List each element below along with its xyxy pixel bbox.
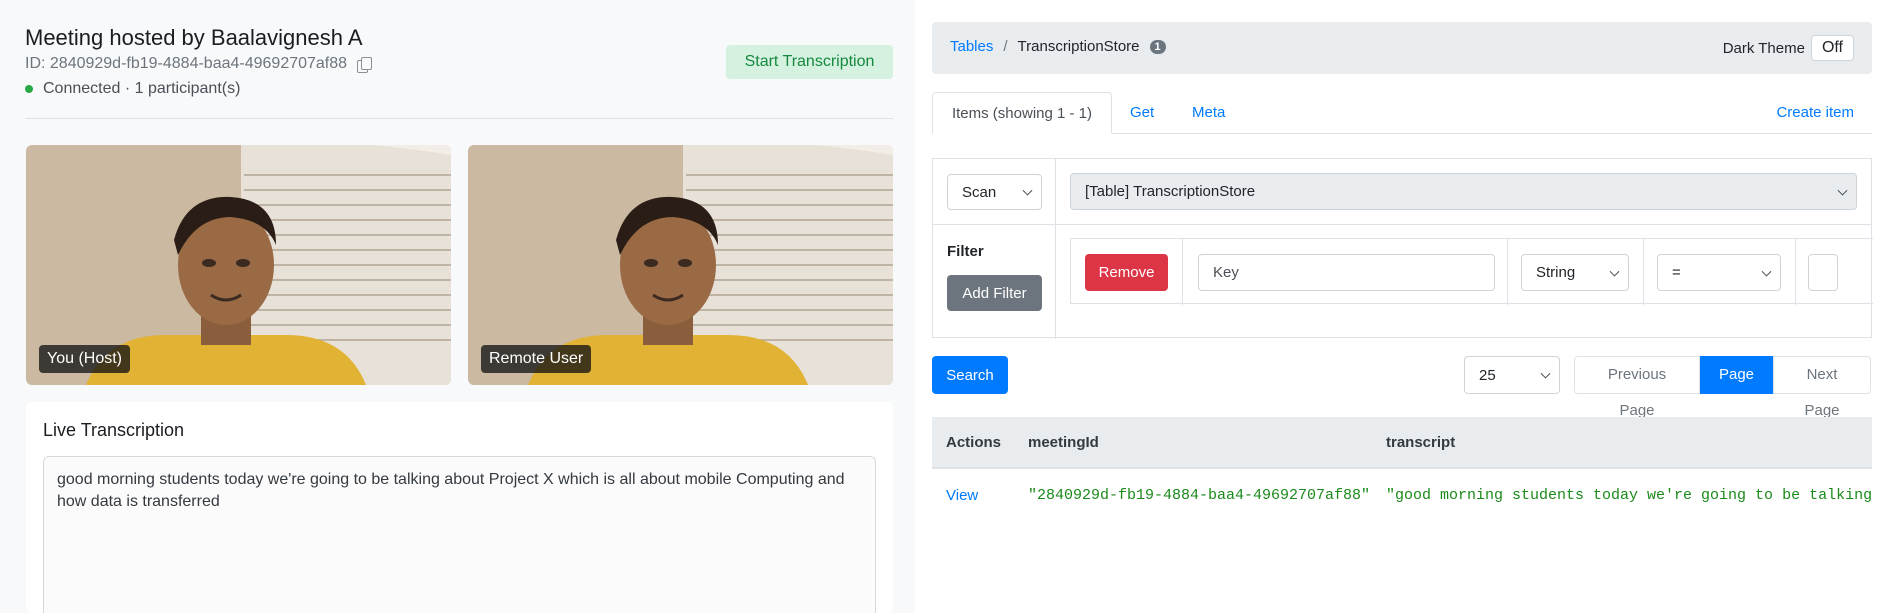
transcription-card: Live Transcription good morning students… [26, 402, 893, 613]
video-tile-host: You (Host) [26, 145, 451, 385]
cell-transcript: "good morning students today we're going… [1386, 487, 1872, 504]
chevron-down-icon [1540, 368, 1551, 379]
video-label-host: You (Host) [39, 345, 130, 373]
transcription-title: Live Transcription [43, 420, 185, 440]
filter-operator-select[interactable]: = [1657, 254, 1781, 291]
pagination: Previous Page Page 1 Next Page [1574, 356, 1871, 419]
column-header-meetingid: meetingId [1028, 434, 1099, 451]
filter-operator-value: = [1672, 264, 1681, 281]
page-size-select[interactable]: 25 [1464, 356, 1560, 394]
divider [25, 118, 893, 119]
view-item-link[interactable]: View [946, 487, 978, 504]
theme-toggle[interactable]: Off [1810, 35, 1854, 61]
operation-value: Scan [962, 183, 997, 201]
status-text: Connected · 1 participant(s) [43, 80, 241, 97]
theme-label: Dark Theme [1722, 39, 1805, 57]
results-header: Actions meetingId transcript [932, 417, 1872, 469]
chevron-down-icon [1837, 185, 1848, 196]
tab-get[interactable]: Get [1130, 92, 1154, 134]
filter-divider [1182, 239, 1183, 305]
meeting-panel: Meeting hosted by Baalavignesh A ID: 284… [0, 0, 915, 613]
item-count-badge: 1 [1149, 39, 1166, 54]
form-divider [1055, 159, 1056, 339]
add-filter-button[interactable]: Add Filter [947, 275, 1042, 311]
filter-label: Filter [947, 243, 984, 260]
video-label-remote: Remote User [481, 345, 592, 373]
filter-divider [1643, 239, 1644, 305]
theme-switch: Dark Theme Off [1723, 35, 1854, 61]
breadcrumb-separator: / [1003, 38, 1008, 55]
column-header-actions: Actions [946, 434, 1002, 451]
filter-divider [1795, 239, 1796, 305]
filter-type-select[interactable]: String [1521, 254, 1629, 291]
meeting-title: Meeting hosted by Baalavignesh A [25, 25, 363, 50]
start-transcription-button[interactable]: Start Transcription [726, 45, 893, 79]
filter-type-value: String [1536, 264, 1576, 281]
table-value: [Table] TranscriptionStore [1085, 183, 1256, 200]
meeting-id-text: ID: 2840929d-fb19-4884-baa4-49692707af88 [25, 55, 348, 72]
filter-divider [1507, 239, 1508, 305]
tab-items[interactable]: Items (showing 1 - 1) [932, 92, 1112, 134]
next-page-button[interactable]: Next Page [1773, 356, 1871, 419]
filter-key-input[interactable] [1198, 254, 1495, 291]
breadcrumb-tables-link[interactable]: Tables [950, 38, 993, 55]
chevron-down-icon [1022, 185, 1033, 196]
breadcrumb: Tables / TranscriptionStore 1 [950, 38, 1166, 55]
remove-filter-button[interactable]: Remove [1085, 254, 1168, 291]
breadcrumb-bar: Tables / TranscriptionStore 1 Dark Theme… [932, 22, 1872, 74]
video-tile-remote: Remote User [468, 145, 893, 385]
chevron-down-icon [1761, 266, 1772, 277]
tab-bar: Items (showing 1 - 1) Get Meta Create it… [932, 92, 1872, 134]
breadcrumb-current: TranscriptionStore [1017, 38, 1140, 55]
connection-status: Connected · 1 participant(s) [25, 80, 240, 98]
status-dot-icon [25, 85, 33, 93]
previous-page-button[interactable]: Previous Page [1574, 356, 1700, 419]
chevron-down-icon [1609, 266, 1620, 277]
create-item-link[interactable]: Create item [1776, 92, 1854, 134]
transcription-textarea[interactable]: good morning students today we're going … [43, 456, 876, 613]
copy-icon[interactable] [357, 56, 373, 73]
page-size-value: 25 [1479, 366, 1496, 384]
tab-meta[interactable]: Meta [1192, 92, 1225, 134]
column-header-transcript: transcript [1386, 434, 1456, 451]
current-page-button[interactable]: Page 1 [1700, 356, 1773, 419]
search-button[interactable]: Search [932, 356, 1008, 394]
filter-value-input[interactable] [1808, 254, 1838, 291]
results-table: Actions meetingId transcript View "28409… [932, 417, 1872, 527]
meeting-id: ID: 2840929d-fb19-4884-baa4-49692707af88 [25, 55, 373, 73]
query-form: Scan [Table] TranscriptionStore Filter A… [932, 158, 1873, 339]
table-select[interactable]: [Table] TranscriptionStore [1070, 173, 1857, 210]
operation-select[interactable]: Scan [947, 174, 1042, 210]
cell-meetingid: "2840929d-fb19-4884-baa4-49692707af88" [1028, 487, 1371, 504]
filter-row: Remove String = [1070, 238, 1873, 305]
